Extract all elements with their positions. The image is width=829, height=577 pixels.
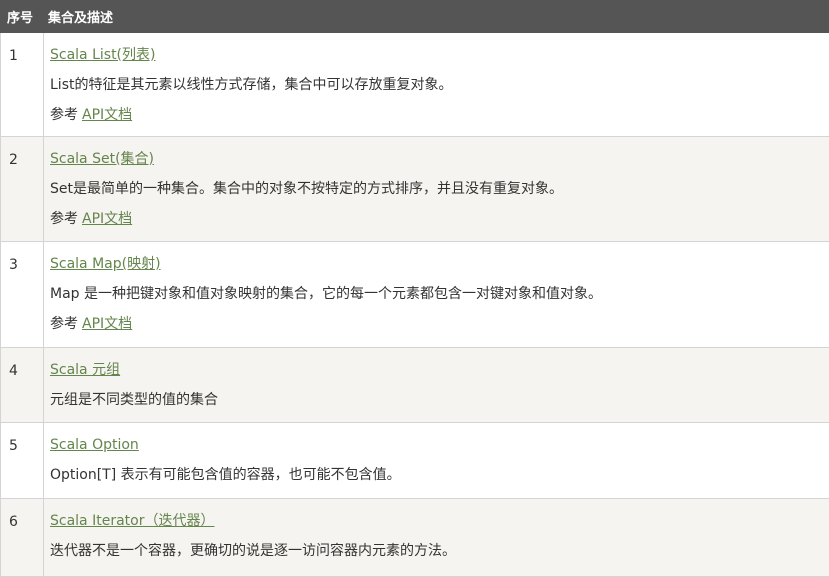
header-desc: 集合及描述 <box>44 1 829 33</box>
table-row: 1 Scala List(列表) List的特征是其元素以线性方式存储，集合中可… <box>1 33 829 137</box>
row-desc-cell: Scala Iterator（迭代器） 迭代器不是一个容器，更确切的说是逐一访问… <box>44 499 829 577</box>
row-desc-cell: Scala List(列表) List的特征是其元素以线性方式存储，集合中可以存… <box>44 33 829 137</box>
collection-title-link[interactable]: Scala Iterator（迭代器） <box>50 513 214 529</box>
row-num: 1 <box>1 33 44 137</box>
header-row: 序号 集合及描述 <box>1 1 829 33</box>
collection-description: List的特征是其元素以线性方式存储，集合中可以存放重复对象。 <box>50 73 829 103</box>
api-reference: 参考API文档 <box>50 207 829 237</box>
reference-prefix: 参考 <box>50 211 78 227</box>
api-reference: 参考API文档 <box>50 312 829 342</box>
table-row: 6 Scala Iterator（迭代器） 迭代器不是一个容器，更确切的说是逐一… <box>1 499 829 577</box>
collection-title-link[interactable]: Scala List(列表) <box>50 47 155 63</box>
row-desc-cell: Scala 元组 元组是不同类型的值的集合 <box>44 348 829 423</box>
header-num: 序号 <box>1 1 44 33</box>
collection-description: Set是最简单的一种集合。集合中的对象不按特定的方式排序，并且没有重复对象。 <box>50 177 829 207</box>
api-doc-link[interactable]: API文档 <box>82 316 132 332</box>
collection-title-link[interactable]: Scala Option <box>50 437 139 453</box>
reference-prefix: 参考 <box>50 107 78 123</box>
api-doc-link[interactable]: API文档 <box>82 211 132 227</box>
table-row: 2 Scala Set(集合) Set是最简单的一种集合。集合中的对象不按特定的… <box>1 137 829 242</box>
row-num: 3 <box>1 242 44 348</box>
collection-description: 元组是不同类型的值的集合 <box>50 388 829 418</box>
api-doc-link[interactable]: API文档 <box>82 107 132 123</box>
api-reference: 参考API文档 <box>50 103 829 133</box>
table-row: 5 Scala Option Option[T] 表示有可能包含值的容器，也可能… <box>1 423 829 499</box>
row-num: 2 <box>1 137 44 242</box>
collection-description: Option[T] 表示有可能包含值的容器，也可能不包含值。 <box>50 463 829 493</box>
collection-title-link[interactable]: Scala Map(映射) <box>50 256 161 272</box>
row-desc-cell: Scala Option Option[T] 表示有可能包含值的容器，也可能不包… <box>44 423 829 499</box>
row-num: 4 <box>1 348 44 423</box>
row-desc-cell: Scala Map(映射) Map 是一种把键对象和值对象映射的集合，它的每一个… <box>44 242 829 348</box>
collection-description: Map 是一种把键对象和值对象映射的集合，它的每一个元素都包含一对键对象和值对象… <box>50 282 829 312</box>
collections-table: 序号 集合及描述 1 Scala List(列表) List的特征是其元素以线性… <box>0 0 829 577</box>
collection-title-link[interactable]: Scala Set(集合) <box>50 151 154 167</box>
row-desc-cell: Scala Set(集合) Set是最简单的一种集合。集合中的对象不按特定的方式… <box>44 137 829 242</box>
row-num: 5 <box>1 423 44 499</box>
table-header: 序号 集合及描述 <box>1 1 829 33</box>
collection-description: 迭代器不是一个容器，更确切的说是逐一访问容器内元素的方法。 <box>50 539 829 569</box>
row-num: 6 <box>1 499 44 577</box>
reference-prefix: 参考 <box>50 316 78 332</box>
collection-title-link[interactable]: Scala 元组 <box>50 362 120 378</box>
table-body: 1 Scala List(列表) List的特征是其元素以线性方式存储，集合中可… <box>1 33 829 577</box>
table-row: 3 Scala Map(映射) Map 是一种把键对象和值对象映射的集合，它的每… <box>1 242 829 348</box>
table-row: 4 Scala 元组 元组是不同类型的值的集合 <box>1 348 829 423</box>
